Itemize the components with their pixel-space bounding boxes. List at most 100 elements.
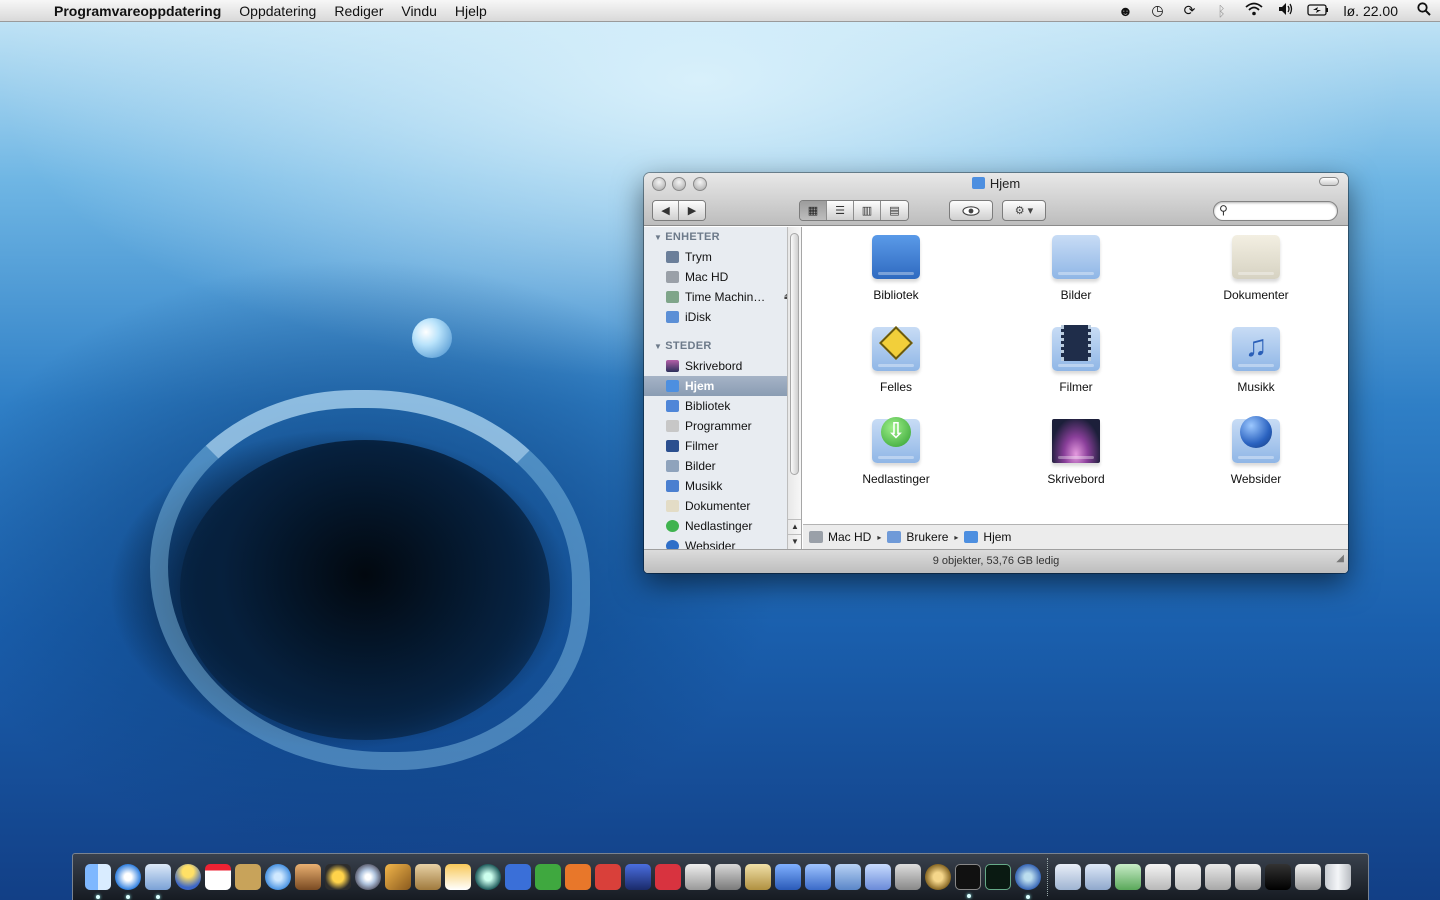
dock-package-icon[interactable]: [445, 864, 471, 890]
sidebar-item-idisk[interactable]: iDisk: [644, 307, 801, 327]
sidebar-heading-devices[interactable]: ▼ ENHETER: [644, 227, 801, 247]
dock-imovie-icon[interactable]: [325, 864, 351, 890]
dock-preview-icon[interactable]: [415, 864, 441, 890]
dock-interface-builder-icon[interactable]: [805, 864, 831, 890]
dock-trash-icon[interactable]: [1325, 864, 1351, 890]
action-gear-button[interactable]: ⚙ ▾: [1002, 200, 1046, 221]
menu-rediger[interactable]: Rediger: [325, 0, 392, 22]
dock-time-machine-icon[interactable]: [475, 864, 501, 890]
user-status-icon[interactable]: ☻: [1110, 3, 1142, 19]
dock-stack-item-2-icon[interactable]: [1175, 864, 1201, 890]
dock-documents-stack-icon[interactable]: [1055, 864, 1081, 890]
menu-hjelp[interactable]: Hjelp: [446, 0, 496, 22]
sidebar-item-dokumenter[interactable]: Dokumenter: [644, 496, 801, 516]
resize-grip-icon[interactable]: ◢: [1336, 548, 1344, 570]
path-hjem[interactable]: Hjem: [964, 530, 1011, 544]
sidebar-heading-places[interactable]: ▼ STEDER: [644, 336, 801, 356]
wifi-icon[interactable]: [1238, 2, 1270, 19]
quick-look-button[interactable]: [949, 200, 993, 221]
dock-word-icon[interactable]: [505, 864, 531, 890]
dock-stack-item-3-icon[interactable]: [1205, 864, 1231, 890]
item-websider[interactable]: Websider: [1196, 416, 1316, 486]
forward-button[interactable]: ▶: [679, 201, 705, 220]
path-mac-hd[interactable]: Mac HD: [809, 530, 871, 544]
dock-terminal-icon[interactable]: [955, 864, 981, 898]
sync-icon[interactable]: ⟳: [1174, 2, 1206, 19]
coverflow-view-button[interactable]: ▤: [881, 201, 908, 220]
time-machine-icon[interactable]: ◷: [1142, 2, 1174, 19]
sidebar-item-nedlastinger[interactable]: Nedlastinger: [644, 516, 801, 536]
sidebar-item-musikk[interactable]: Musikk: [644, 476, 801, 496]
scrollbar-thumb[interactable]: [790, 233, 799, 475]
volume-icon[interactable]: [1270, 2, 1302, 19]
bluetooth-icon[interactable]: ᛒ: [1206, 3, 1238, 19]
dock-xcode-icon[interactable]: [775, 864, 801, 890]
sidebar-item-filmer[interactable]: Filmer: [644, 436, 801, 456]
battery-icon[interactable]: [1302, 3, 1334, 19]
item-felles[interactable]: Felles: [836, 326, 956, 394]
dock-icon-composer-icon[interactable]: [865, 864, 891, 890]
dock-downloads-stack-icon[interactable]: [1115, 864, 1141, 890]
item-dokumenter[interactable]: Dokumenter: [1196, 235, 1316, 302]
sidebar-item-bilder[interactable]: Bilder: [644, 456, 801, 476]
window-titlebar[interactable]: Hjem ◀ ▶ ▦ ☰ ▥ ▤ ⚙ ▾ ⚲: [644, 173, 1348, 226]
sidebar-item-trym[interactable]: Trym: [644, 247, 801, 267]
dock-stack-item-6-icon[interactable]: [1295, 864, 1321, 890]
dock-script-editor-icon[interactable]: [745, 864, 771, 890]
sidebar-item-websider[interactable]: Websider: [644, 536, 801, 549]
path-brukere[interactable]: Brukere: [887, 530, 948, 544]
dock-activity-monitor-icon[interactable]: [985, 864, 1011, 890]
dock-automator-icon[interactable]: [715, 864, 741, 890]
back-button[interactable]: ◀: [653, 201, 680, 220]
menu-vindu[interactable]: Vindu: [392, 0, 446, 22]
item-musikk[interactable]: ♫ Musikk: [1196, 327, 1316, 394]
dock-disk-utility-icon[interactable]: [925, 864, 951, 890]
search-input[interactable]: [1234, 204, 1329, 218]
dock-adium-icon[interactable]: [175, 864, 201, 890]
item-bilder[interactable]: Bilder: [1016, 235, 1136, 302]
item-bibliotek[interactable]: Bibliotek: [836, 235, 956, 302]
dock-safari-icon[interactable]: [115, 864, 141, 899]
dock-garageband-icon[interactable]: [385, 864, 411, 890]
dock-powerpoint-icon[interactable]: [565, 864, 591, 890]
sidebar-item-skrivebord[interactable]: Skrivebord: [644, 356, 801, 376]
sidebar-scrollbar[interactable]: ▲ ▼: [787, 227, 801, 549]
item-skrivebord[interactable]: Skrivebord: [1016, 419, 1136, 486]
menubar-clock[interactable]: lø. 22.00: [1334, 3, 1408, 19]
dock-ical-icon[interactable]: [205, 864, 231, 890]
dock-pen-icon[interactable]: [685, 864, 711, 890]
dock-flashget-icon[interactable]: [655, 864, 681, 890]
dock-itunes-icon[interactable]: [265, 864, 291, 890]
menu-oppdatering[interactable]: Oppdatering: [230, 0, 325, 22]
scroll-down-arrow[interactable]: ▼: [788, 534, 801, 548]
item-nedlastinger[interactable]: ⇩ Nedlastinger: [836, 417, 956, 486]
dock-software-update-icon[interactable]: [1015, 864, 1041, 899]
icon-view-button[interactable]: ▦: [800, 201, 827, 220]
sidebar-item-hjem[interactable]: Hjem: [644, 376, 801, 396]
dock-address-book-icon[interactable]: [235, 864, 261, 890]
sidebar-item-mac-hd[interactable]: Mac HD: [644, 267, 801, 287]
scroll-up-arrow[interactable]: ▲: [788, 519, 801, 533]
sidebar-item-bibliotek[interactable]: Bibliotek: [644, 396, 801, 416]
dock-quicksilver-icon[interactable]: [625, 864, 651, 890]
dock-pictures-stack-icon[interactable]: [1085, 864, 1111, 890]
dock-dvd-player-icon[interactable]: [355, 864, 381, 890]
toolbar-toggle-button[interactable]: [1319, 177, 1339, 186]
list-view-button[interactable]: ☰: [827, 201, 854, 220]
dock-devtool-icon[interactable]: [835, 864, 861, 890]
spotlight-search-icon[interactable]: [1408, 2, 1440, 19]
column-view-button[interactable]: ▥: [854, 201, 881, 220]
menu-app-name[interactable]: Programvareoppdatering: [54, 0, 230, 22]
item-filmer[interactable]: Filmer: [1016, 325, 1136, 394]
dock-stack-item-icon[interactable]: [1145, 864, 1171, 890]
search-field[interactable]: ⚲: [1213, 201, 1338, 221]
dock-stack-item-5-icon[interactable]: [1265, 864, 1291, 890]
dock-mail-icon[interactable]: [145, 864, 171, 899]
dock-entourage-icon[interactable]: [595, 864, 621, 890]
dock-finder-icon[interactable]: [85, 864, 111, 899]
dock-iphoto-icon[interactable]: [295, 864, 321, 890]
sidebar-item-programmer[interactable]: Programmer: [644, 416, 801, 436]
dock-stack-item-4-icon[interactable]: [1235, 864, 1261, 890]
sidebar-item-time-machine[interactable]: Time Machin…⏏: [644, 287, 801, 307]
dock-utility-icon[interactable]: [895, 864, 921, 890]
